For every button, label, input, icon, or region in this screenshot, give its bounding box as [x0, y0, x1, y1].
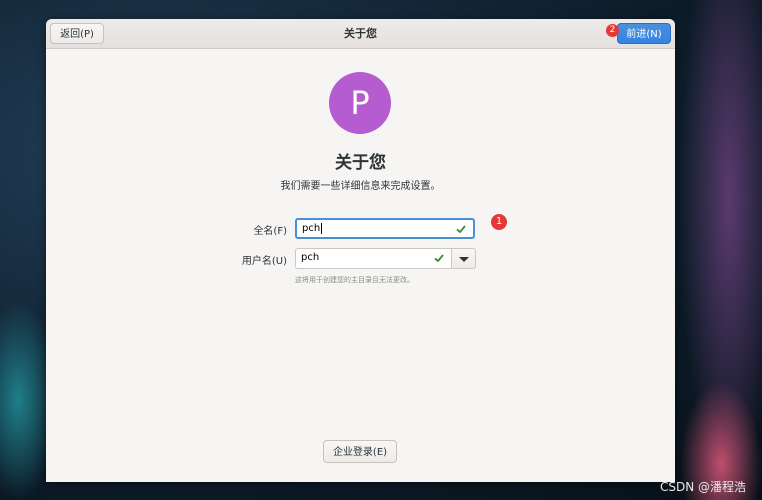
- page-subtitle: 我们需要一些详细信息来完成设置。: [280, 181, 441, 192]
- fullname-input[interactable]: pch: [295, 218, 475, 239]
- username-input[interactable]: pch: [295, 248, 452, 269]
- setup-window: 返回(P) 关于您 前进(N) 2 P 关于您 我们需要一些详细信息来完成设置。…: [46, 19, 675, 482]
- window-title: 关于您: [344, 27, 377, 40]
- fullname-label: 全名(F): [253, 226, 287, 237]
- username-dropdown-button[interactable]: [452, 248, 476, 269]
- chevron-down-icon: [459, 257, 469, 262]
- page-title: 关于您: [335, 153, 386, 173]
- text-caret: [321, 222, 323, 234]
- username-value: pch: [301, 252, 320, 263]
- annotation-marker-1: 1: [491, 214, 507, 230]
- enterprise-login-button[interactable]: 企业登录(E): [323, 440, 397, 463]
- annotation-marker-2: 2: [606, 24, 619, 37]
- next-button[interactable]: 前进(N): [617, 23, 671, 44]
- check-icon: [456, 225, 466, 234]
- check-icon: [434, 254, 444, 263]
- username-label: 用户名(U): [241, 256, 287, 267]
- avatar[interactable]: P: [329, 72, 391, 134]
- headerbar: 返回(P) 关于您 前进(N) 2: [46, 19, 675, 49]
- username-hint: 这将用于创建您的主目录且无法更改。: [295, 276, 414, 284]
- watermark: CSDN @潘程浩: [660, 480, 747, 494]
- fullname-value: pch: [302, 222, 323, 234]
